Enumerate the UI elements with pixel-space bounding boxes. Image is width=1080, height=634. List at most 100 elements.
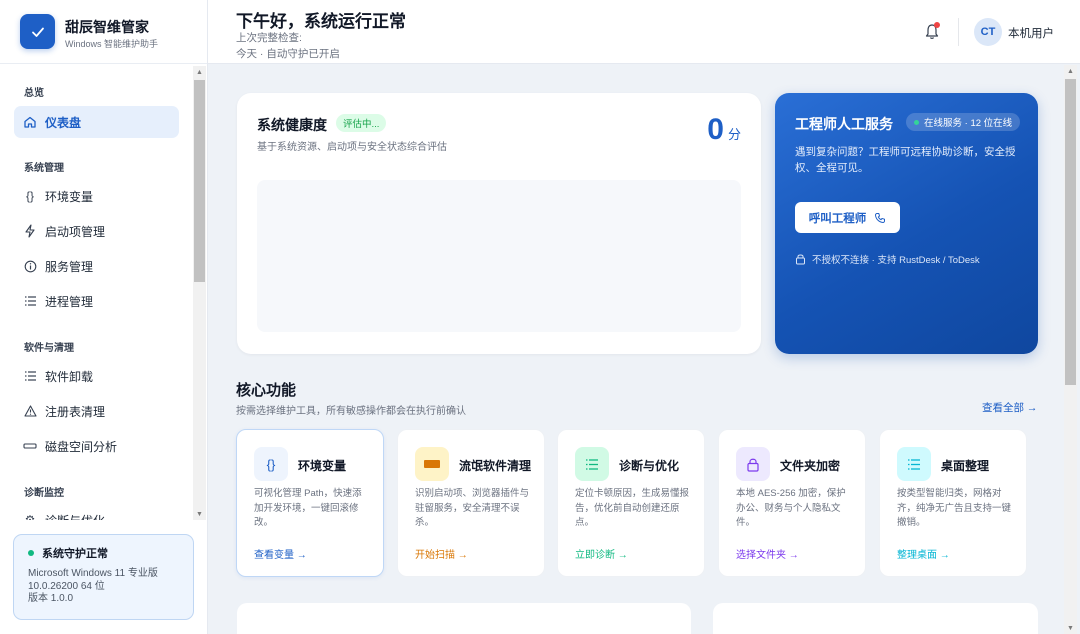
brand-logo-icon xyxy=(20,14,55,49)
health-card: 系统健康度 评估中... 基于系统资源、启动项与安全状态综合评估 0 分 xyxy=(237,93,761,354)
page-title: 下午好，系统运行正常 xyxy=(236,12,406,31)
feature-card-env-vars[interactable]: {} 环境变量 可视化管理 Path，快速添加开发环境，一键回滚修改。 查看变量… xyxy=(236,429,384,577)
sidebar-item-label: 环境变量 xyxy=(45,189,94,204)
lock-icon xyxy=(736,447,770,481)
header: 下午好，系统运行正常 上次完整检查: 今天 · 自动守护已开启 CT 本机用户 xyxy=(208,0,1080,64)
score-value: 0 xyxy=(707,113,724,146)
feature-card-desktop-organize[interactable]: 桌面整理 按类型智能归类，网格对齐，纯净无广告且支持一键撤销。 整理桌面 → xyxy=(879,429,1027,577)
notification-dot xyxy=(934,22,940,28)
feature-link[interactable]: 开始扫描 → xyxy=(415,546,468,561)
call-engineer-button[interactable]: 呼叫工程师 xyxy=(795,202,900,233)
last-check-detail: 今天 · 自动守护已开启 xyxy=(236,48,340,60)
next-card-partial xyxy=(237,603,691,634)
sidebar-item-label: 启动项管理 xyxy=(45,224,106,239)
feature-link[interactable]: 整理桌面 → xyxy=(897,546,950,561)
broom-icon xyxy=(415,447,449,481)
wrench-icon: ⚙ xyxy=(24,513,36,520)
health-title: 系统健康度 xyxy=(257,117,327,133)
online-dot-icon xyxy=(914,119,919,125)
user-name[interactable]: 本机用户 xyxy=(1008,25,1054,41)
lightning-icon xyxy=(23,224,37,238)
scroll-down-icon[interactable]: ▼ xyxy=(1064,622,1077,634)
sidebar-item-uninstall[interactable]: 软件卸载 xyxy=(14,360,179,392)
nav-section-software: 软件与清理 xyxy=(24,343,74,354)
feature-description: 本地 AES-256 加密，保护办公、财务与个人隐私文件。 xyxy=(736,488,846,528)
status-title: 系统守护正常 xyxy=(42,548,108,560)
notification-bell-icon[interactable] xyxy=(924,22,940,41)
feature-description: 定位卡顿原因，生成易懂报告，优化前自动创建还原点。 xyxy=(575,488,690,528)
feature-title: 环境变量 xyxy=(298,459,347,473)
sidebar-item-registry[interactable]: 注册表清理 xyxy=(14,395,179,427)
sidebar-item-label: 磁盘空间分析 xyxy=(45,439,118,454)
sidebar-item-diagnose[interactable]: ⚙ 诊断与优化 xyxy=(14,504,179,520)
next-card-partial xyxy=(713,603,1038,634)
phone-icon xyxy=(874,212,886,224)
sidebar-item-dashboard[interactable]: 仪表盘 xyxy=(14,106,179,138)
feature-card-rogue-cleanup[interactable]: 流氓软件清理 识别启动项、浏览器插件与驻留服务，安全清理不误杀。 开始扫描 → xyxy=(397,429,545,577)
lock-icon xyxy=(795,253,806,265)
nav-section-overview: 总览 xyxy=(24,88,44,99)
home-icon xyxy=(23,115,37,129)
scroll-up-icon[interactable]: ▲ xyxy=(193,66,206,78)
engineer-service-card: 工程师人工服务 在线服务 · 12 位在线 遇到复杂问题？工程师可远程协助诊断，… xyxy=(775,93,1038,354)
os-name: Microsoft Windows 11 专业版 xyxy=(28,568,158,579)
system-status-card: 系统守护正常 Microsoft Windows 11 专业版 10.0.262… xyxy=(13,534,194,620)
feature-title: 流氓软件清理 xyxy=(459,459,532,473)
feature-card-diagnose[interactable]: 诊断与优化 定位卡顿原因，生成易懂报告，优化前自动创建还原点。 立即诊断 → xyxy=(557,429,705,577)
status-badge: 评估中... xyxy=(336,114,387,132)
brand: 甜辰智维管家 Windows 智能维护助手 xyxy=(0,0,207,64)
nav-section-diagnostics: 诊断监控 xyxy=(24,488,64,499)
braces-icon: {} xyxy=(25,189,34,203)
avatar[interactable]: CT xyxy=(974,18,1002,46)
feature-description: 按类型智能归类，网格对齐，纯净无广告且支持一键撤销。 xyxy=(897,488,1012,528)
disk-icon xyxy=(23,439,37,453)
sidebar-item-env-vars[interactable]: {} 环境变量 xyxy=(14,180,179,212)
engineer-description: 遇到复杂问题？工程师可远程协助诊断，安全授权、全程可见。 xyxy=(795,146,1016,174)
score-unit: 分 xyxy=(727,127,741,142)
feature-link[interactable]: 查看变量 → xyxy=(254,546,307,561)
app-version: 版本 1.0.0 xyxy=(28,593,74,604)
sidebar-item-label: 注册表清理 xyxy=(45,404,106,419)
health-score: 0 分 xyxy=(707,113,741,147)
nav-section-system: 系统管理 xyxy=(24,163,64,174)
header-divider xyxy=(958,18,959,46)
sidebar-item-processes[interactable]: 进程管理 xyxy=(14,285,179,317)
feature-card-folder-encrypt[interactable]: 文件夹加密 本地 AES-256 加密，保护办公、财务与个人隐私文件。 选择文件… xyxy=(718,429,866,577)
health-description: 基于系统资源、启动项与安全状态综合评估 xyxy=(257,142,447,153)
scroll-up-icon[interactable]: ▲ xyxy=(1064,65,1077,77)
main-scrollbar[interactable]: ▲ ▼ xyxy=(1064,65,1077,634)
sidebar-item-label: 软件卸载 xyxy=(45,369,94,384)
list-icon xyxy=(23,369,37,383)
feature-link[interactable]: 选择文件夹 → xyxy=(736,546,799,561)
brand-subtitle: Windows 智能维护助手 xyxy=(65,39,159,49)
core-section-description: 按需选择维护工具，所有敏感操作都会在执行前确认 xyxy=(236,406,466,417)
main-scroll-thumb[interactable] xyxy=(1065,79,1076,385)
engineer-footer-text: 不授权不连接 · 支持 RustDesk / ToDesk xyxy=(812,255,980,266)
feature-title: 桌面整理 xyxy=(941,459,990,473)
sidebar-item-label: 诊断与优化 xyxy=(45,512,105,521)
status-dot-icon xyxy=(28,550,34,556)
sidebar-scrollbar[interactable]: ▲ ▼ xyxy=(193,66,206,520)
sidebar-item-label: 进程管理 xyxy=(45,294,94,309)
warning-icon xyxy=(23,404,37,418)
scroll-down-icon[interactable]: ▼ xyxy=(193,508,206,520)
engineer-footer: 不授权不连接 · 支持 RustDesk / ToDesk xyxy=(795,252,980,266)
feature-description: 识别启动项、浏览器插件与驻留服务，安全清理不误杀。 xyxy=(415,488,530,528)
see-all-link[interactable]: 查看全部 → xyxy=(982,400,1037,415)
sidebar-nav: 总览 仪表盘 系统管理 {} 环境变量 启动项管理 服务管理 进程管理 软件与清… xyxy=(0,66,193,520)
online-text: 在线服务 · 12 位在线 xyxy=(924,118,1013,129)
grid-list-icon xyxy=(897,447,931,481)
health-loading-placeholder xyxy=(257,180,741,332)
sidebar-scroll-thumb[interactable] xyxy=(194,80,205,282)
sidebar-item-services[interactable]: 服务管理 xyxy=(14,250,179,282)
sidebar-item-label: 服务管理 xyxy=(45,259,94,274)
feature-title: 诊断与优化 xyxy=(619,459,680,473)
feature-description: 可视化管理 Path，快速添加开发环境，一键回滚修改。 xyxy=(254,488,362,528)
sidebar-item-disk[interactable]: 磁盘空间分析 xyxy=(14,430,179,462)
sidebar-item-startup[interactable]: 启动项管理 xyxy=(14,215,179,247)
last-check-label: 上次完整检查: xyxy=(236,32,302,44)
brand-name: 甜辰智维管家 xyxy=(65,19,149,35)
feature-link[interactable]: 立即诊断 → xyxy=(575,546,628,561)
list-icon xyxy=(23,294,37,308)
call-engineer-label: 呼叫工程师 xyxy=(808,212,867,225)
